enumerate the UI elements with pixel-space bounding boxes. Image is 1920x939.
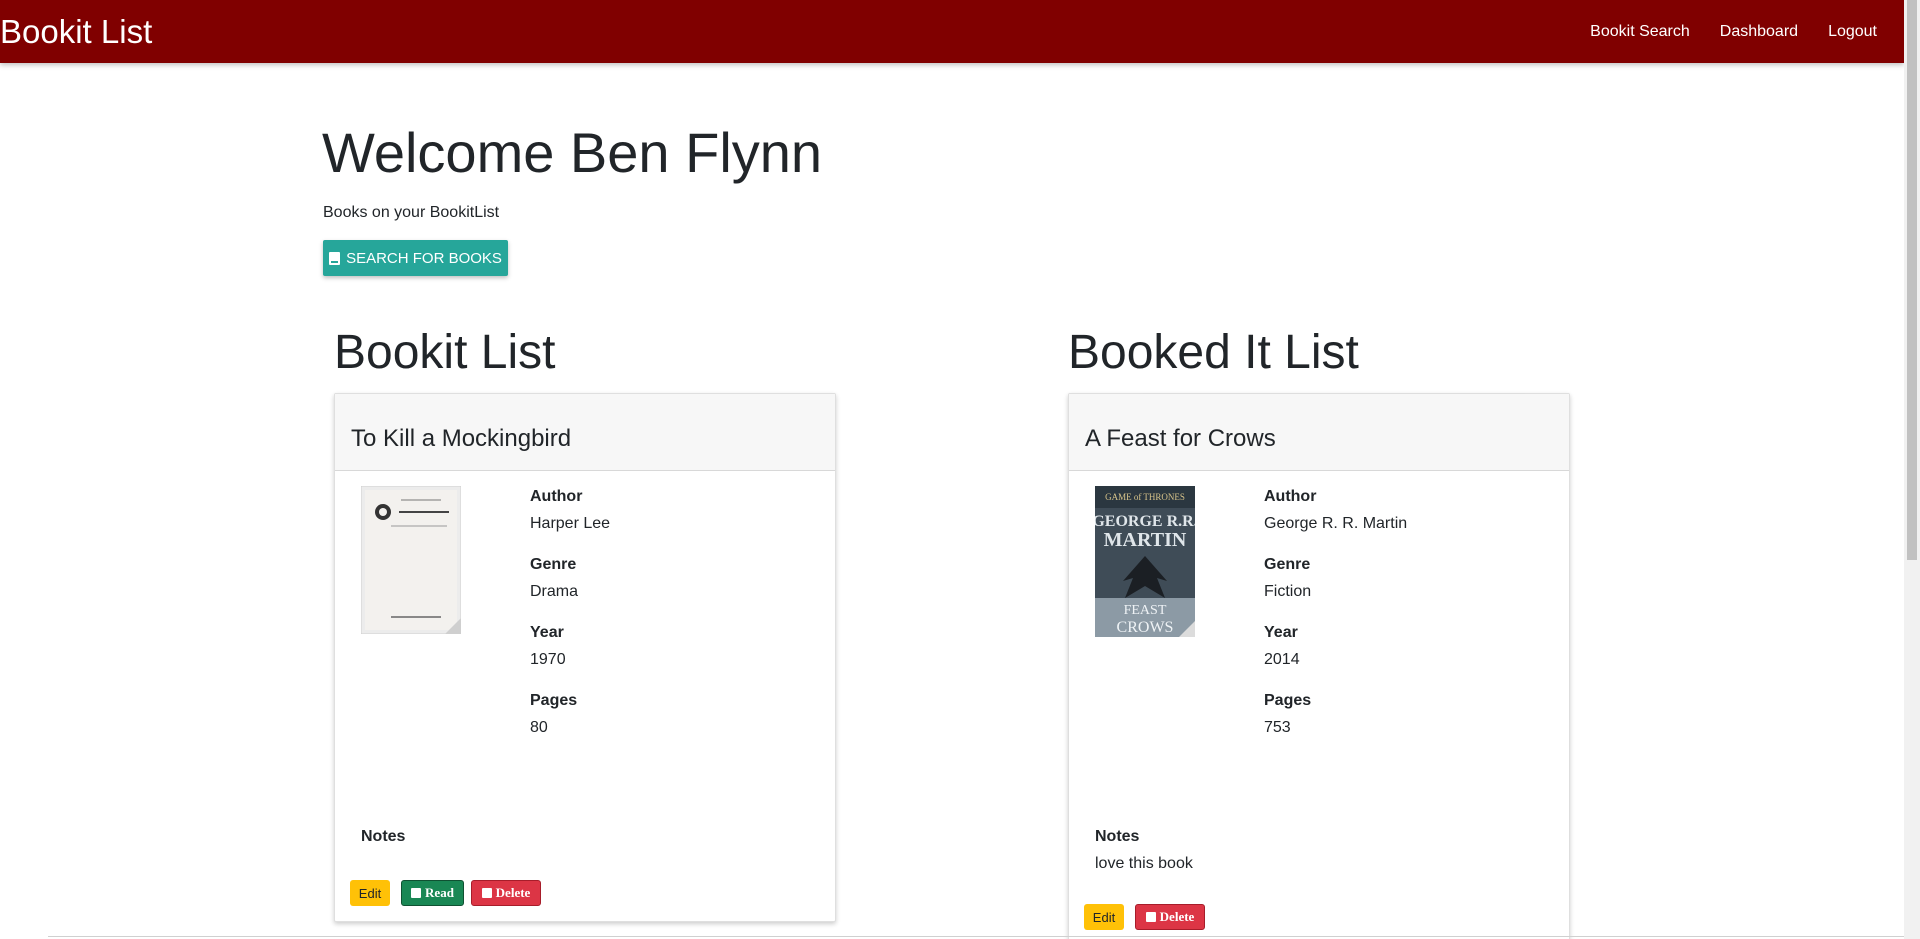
pages-label: Pages	[1264, 692, 1312, 709]
pages-value: 80	[530, 719, 548, 736]
horizontal-divider	[48, 936, 1904, 937]
genre-label: Genre	[1264, 556, 1311, 573]
top-navbar: Bookit List Bookit Search Dashboard Logo…	[0, 0, 1904, 63]
delete-button[interactable]: Delete	[471, 880, 541, 906]
notes-value: love this book	[1095, 855, 1193, 872]
trash-icon	[481, 888, 492, 898]
bookit-list-heading: Bookit List	[334, 326, 556, 379]
svg-text:MARTIN: MARTIN	[1104, 529, 1187, 551]
svg-text:FEAST: FEAST	[1124, 603, 1167, 618]
book-cover-image: GAME of THRONES GEORGE R.R. MARTIN FEAST…	[1095, 486, 1195, 637]
edit-button[interactable]: Edit	[1084, 904, 1124, 930]
notes-label: Notes	[1095, 828, 1140, 845]
book-title: To Kill a Mockingbird	[351, 425, 572, 452]
author-value: George R. R. Martin	[1264, 515, 1408, 532]
book-icon	[411, 888, 422, 898]
nav-link-bookit-search[interactable]: Bookit Search	[1575, 22, 1705, 42]
pages-label: Pages	[530, 692, 578, 709]
delete-button-label: Delete	[1159, 909, 1195, 924]
edit-button[interactable]: Edit	[350, 880, 390, 906]
edit-button-label: Edit	[358, 885, 382, 901]
book-cover-image	[361, 486, 461, 634]
svg-text:CROWS: CROWS	[1117, 619, 1174, 636]
author-label: Author	[530, 488, 583, 505]
year-label: Year	[530, 624, 564, 641]
book-card-feast-for-crows: A Feast for Crows GAME of THRONES GEORGE…	[1068, 393, 1570, 939]
delete-button-label: Delete	[495, 885, 531, 900]
delete-button[interactable]: Delete	[1135, 904, 1205, 930]
book-card-mockingbird: To Kill a Mockingbird Author Harper Lee …	[334, 393, 836, 922]
year-label: Year	[1264, 624, 1298, 641]
book-title: A Feast for Crows	[1085, 425, 1276, 452]
nav-link-logout[interactable]: Logout	[1813, 22, 1892, 42]
genre-value: Drama	[530, 583, 579, 600]
genre-value: Fiction	[1264, 583, 1312, 600]
brand-logo[interactable]: Bookit List	[0, 12, 152, 52]
year-value: 1970	[530, 651, 566, 668]
read-button-label: Read	[425, 885, 454, 900]
card-header: To Kill a Mockingbird	[335, 394, 835, 471]
page-subtitle: Books on your BookitList	[323, 204, 500, 221]
genre-label: Genre	[530, 556, 577, 573]
author-value: Harper Lee	[530, 515, 611, 532]
svg-text:GEORGE R.R.: GEORGE R.R.	[1095, 513, 1195, 530]
welcome-heading: Welcome Ben Flynn	[322, 121, 823, 184]
notes-label: Notes	[361, 828, 406, 845]
edit-button-label: Edit	[1092, 909, 1116, 925]
nav-link-dashboard[interactable]: Dashboard	[1705, 22, 1813, 42]
trash-icon	[1145, 912, 1156, 922]
scrollbar-thumb[interactable]	[1907, 0, 1917, 560]
svg-text:GAME of THRONES: GAME of THRONES	[1105, 492, 1185, 502]
nav-links: Bookit Search Dashboard Logout	[1575, 22, 1892, 42]
year-value: 2014	[1264, 651, 1300, 668]
book-icon	[329, 251, 341, 265]
read-button[interactable]: Read	[401, 880, 464, 906]
booked-it-list-heading: Booked It List	[1068, 326, 1359, 379]
card-header: A Feast for Crows	[1069, 394, 1569, 471]
author-label: Author	[1264, 488, 1317, 505]
search-for-books-button[interactable]: SEARCH FOR BOOKS	[323, 240, 508, 276]
pages-value: 753	[1264, 719, 1291, 736]
search-button-label: SEARCH FOR BOOKS	[346, 249, 502, 267]
